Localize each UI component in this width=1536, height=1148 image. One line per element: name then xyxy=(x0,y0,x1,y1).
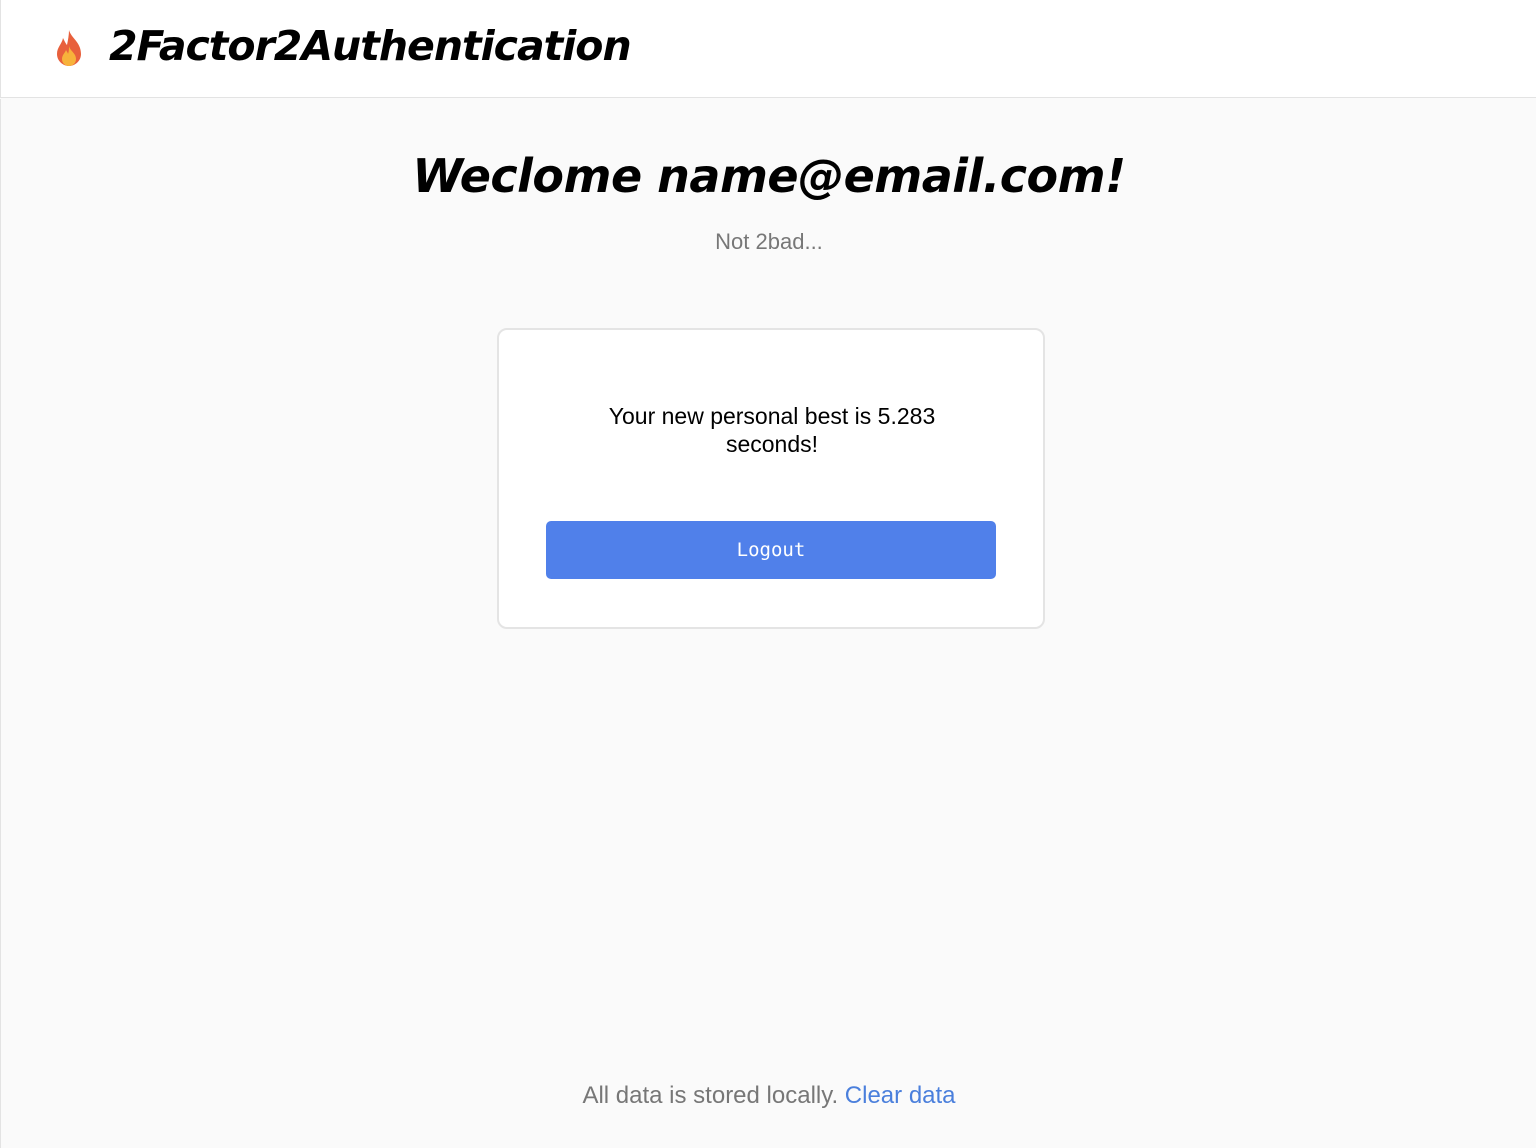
footer-text: All data is stored locally. xyxy=(582,1082,839,1109)
clear-data-link[interactable]: Clear data xyxy=(845,1082,956,1109)
welcome-heading: Weclome name@email.com! xyxy=(412,149,1126,203)
app-title: 2Factor2Authentication xyxy=(109,22,632,70)
footer: All data is stored locally. Clear data xyxy=(1,1082,1536,1110)
fire-icon xyxy=(53,28,85,68)
main-content: Weclome name@email.com! Not 2bad... Your… xyxy=(0,99,1536,1148)
result-card: Your new personal best is 5.283 seconds!… xyxy=(497,328,1045,629)
app-header: 2Factor2Authentication xyxy=(0,0,1536,98)
personal-best-message: Your new personal best is 5.283 seconds! xyxy=(608,403,936,457)
subtitle: Not 2bad... xyxy=(715,229,823,254)
logout-button[interactable]: Logout xyxy=(546,521,996,579)
